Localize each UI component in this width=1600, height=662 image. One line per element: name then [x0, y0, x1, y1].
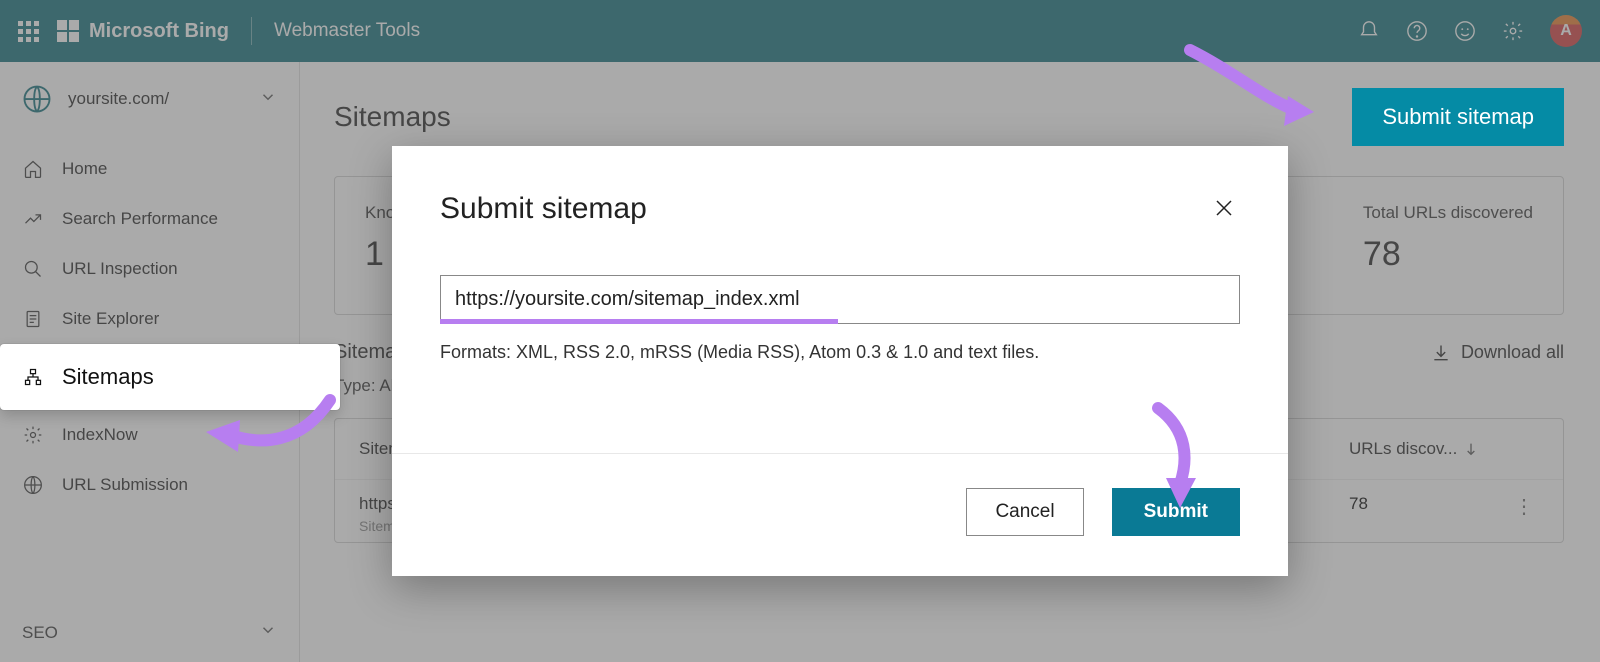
sitemap-icon	[22, 366, 44, 388]
nav-label: Sitemaps	[62, 364, 154, 390]
modal-title: Submit sitemap	[440, 192, 647, 226]
nav-sitemaps[interactable]: Sitemaps	[0, 344, 340, 410]
submit-sitemap-modal: Submit sitemap Formats: XML, RSS 2.0, mR…	[392, 146, 1288, 576]
formats-hint: Formats: XML, RSS 2.0, mRSS (Media RSS),…	[440, 342, 1240, 363]
submit-button[interactable]: Submit	[1112, 488, 1240, 536]
submit-sitemap-button[interactable]: Submit sitemap	[1352, 88, 1564, 146]
cancel-button[interactable]: Cancel	[966, 488, 1083, 536]
close-button[interactable]	[1208, 192, 1240, 229]
sitemap-url-input[interactable]	[440, 275, 1240, 324]
annotation-underline	[440, 319, 838, 324]
close-icon	[1212, 196, 1236, 220]
